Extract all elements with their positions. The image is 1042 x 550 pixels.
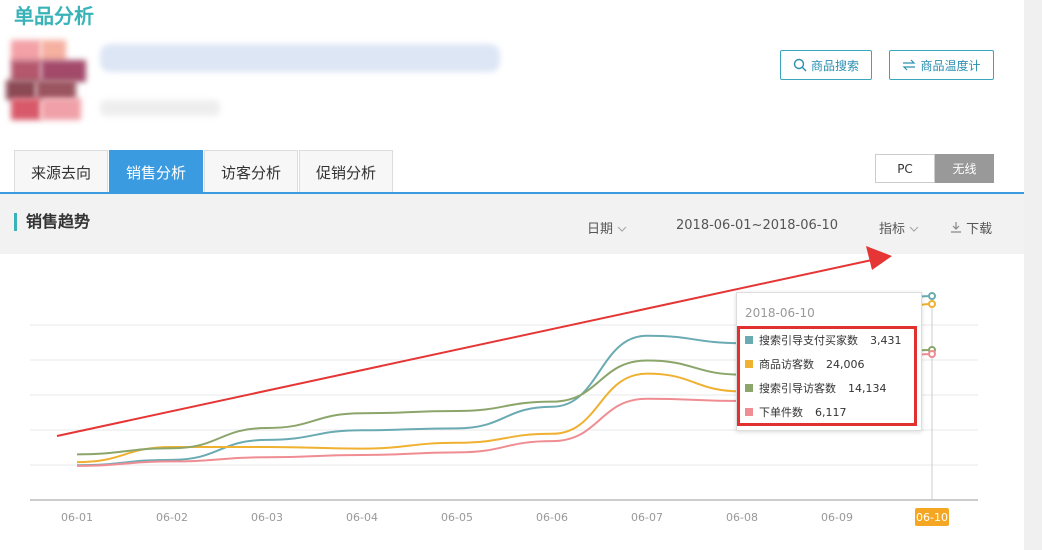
metric-dropdown[interactable]: 指标: [879, 218, 919, 237]
tooltip-series-value: 24,006: [826, 357, 865, 371]
product-temperature-button[interactable]: 商品温度计: [889, 50, 994, 80]
tooltip-series-name: 商品访客数: [759, 358, 814, 371]
data-point[interactable]: [928, 350, 936, 358]
section-title: 销售趋势: [14, 213, 90, 231]
x-tick-label: 06-02: [156, 511, 188, 524]
tooltip-series-value: 14,134: [848, 381, 887, 395]
legend-swatch: [745, 360, 753, 368]
product-meta: [100, 100, 220, 116]
x-tick-label: 06-01: [61, 511, 93, 524]
download-label: 下载: [966, 222, 993, 237]
x-tick-label: 06-06: [536, 511, 568, 524]
download-icon: [951, 222, 961, 233]
tooltip-row: 商品访客数 24,006: [745, 356, 865, 372]
swap-icon: [903, 59, 916, 71]
tab-visitors[interactable]: 访客分析: [204, 150, 298, 193]
tab-source[interactable]: 来源去向: [14, 150, 108, 193]
analysis-tabs: 来源去向 销售分析 访客分析 促销分析: [14, 150, 394, 193]
tab-promotion[interactable]: 促销分析: [299, 150, 393, 193]
device-pc-button[interactable]: PC: [875, 154, 935, 183]
tooltip-row: 下单件数 6,117: [745, 404, 847, 420]
tooltip-series-value: 6,117: [815, 405, 847, 419]
x-tick-label: 06-05: [441, 511, 473, 524]
x-tick-label: 06-09: [821, 511, 853, 524]
x-tick-label: 06-10: [916, 511, 948, 524]
date-label: 日期: [587, 222, 614, 237]
product-thumbnail[interactable]: [6, 40, 96, 120]
page-scrollbar[interactable]: [1024, 0, 1042, 550]
legend-swatch: [745, 336, 753, 344]
product-name: [100, 44, 500, 72]
tooltip-row: 搜索引导支付买家数 3,431: [745, 332, 902, 348]
page-title: 单品分析: [14, 4, 94, 28]
x-tick-label: 06-07: [631, 511, 663, 524]
tooltip-date: 2018-06-10: [745, 306, 815, 320]
product-temperature-label: 商品温度计: [920, 58, 981, 73]
tooltip-series-value: 3,431: [870, 333, 902, 347]
section-header: [0, 194, 1024, 254]
x-tick-label: 06-03: [251, 511, 283, 524]
x-tick-label: 06-04: [346, 511, 378, 524]
chevron-down-icon: [617, 226, 627, 232]
tooltip-series-name: 搜索引导支付买家数: [759, 334, 858, 347]
legend-swatch: [745, 408, 753, 416]
product-search-button[interactable]: 商品搜索: [780, 50, 872, 80]
search-icon: [793, 58, 807, 72]
product-search-label: 商品搜索: [810, 58, 859, 73]
download-button[interactable]: 下载: [950, 218, 992, 237]
legend-swatch: [745, 384, 753, 392]
metric-label: 指标: [879, 222, 906, 237]
data-point[interactable]: [928, 300, 936, 308]
tooltip-series-name: 下单件数: [759, 406, 803, 419]
tab-sales[interactable]: 销售分析: [109, 150, 203, 193]
chart-tooltip: 2018-06-10 搜索引导支付买家数 3,431 商品访客数 24,006 搜索…: [736, 292, 922, 431]
device-wireless-button[interactable]: 无线: [935, 154, 994, 183]
chevron-down-icon: [909, 226, 919, 232]
x-tick-label: 06-08: [726, 511, 758, 524]
tooltip-series-name: 搜索引导访客数: [759, 382, 836, 395]
data-point[interactable]: [928, 292, 936, 300]
date-range: 2018-06-01~2018-06-10: [676, 218, 838, 233]
date-dropdown[interactable]: 日期: [587, 218, 627, 237]
tooltip-row: 搜索引导访客数 14,134: [745, 380, 887, 396]
